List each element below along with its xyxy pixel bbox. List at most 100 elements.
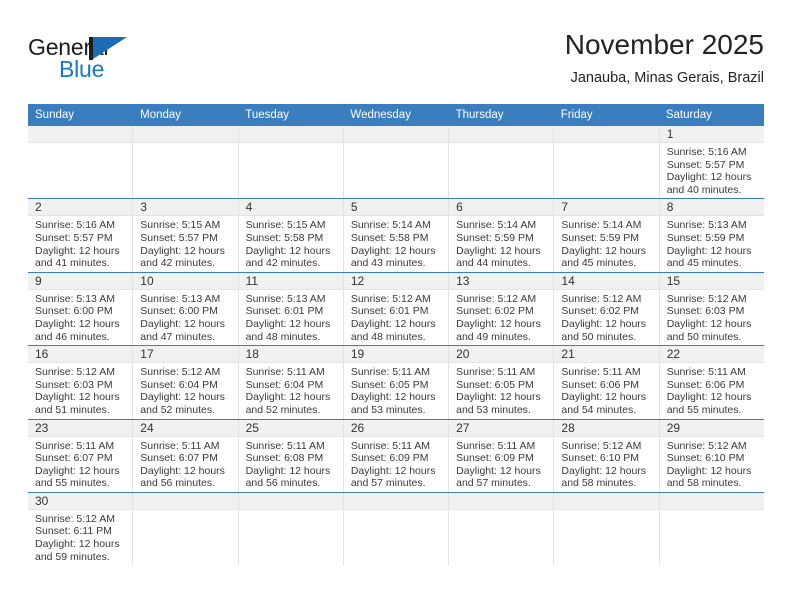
- day-cell[interactable]: 24 Sunrise: 5:11 AM Sunset: 6:07 PM Dayligh…: [133, 419, 239, 492]
- day-number: 13: [449, 272, 554, 290]
- day-cell[interactable]: 15 Sunrise: 5:12 AM Sunset: 6:03 PM Dayligh…: [659, 272, 764, 345]
- sunset-text: Sunset: 6:01 PM: [245, 305, 324, 318]
- day-cell[interactable]: 13 Sunrise: 5:12 AM Sunset: 6:02 PM Dayligh…: [449, 272, 555, 346]
- day-cell[interactable]: 16 Sunrise: 5:12 AM Sunset: 6:03 PM Dayligh…: [28, 346, 134, 419]
- day-cell-empty: [554, 126, 660, 199]
- day-cell[interactable]: 23 Sunrise: 5:11 AM Sunset: 6:07 PM Dayligh…: [28, 419, 134, 492]
- day-cell[interactable]: 8 Sunrise: 5:13 AM Sunset: 5:59 PM Daylight…: [659, 199, 764, 271]
- sunrise-text: Sunrise: 5:11 AM: [245, 366, 325, 379]
- daylight-text: Daylight: 12 hours and 56 minutes.: [245, 464, 331, 490]
- sunset-text: Sunset: 6:07 PM: [35, 452, 113, 465]
- day-cell[interactable]: 1 Sunrise: 5:16 AM Sunset: 5:57 PM Daylight…: [659, 126, 764, 198]
- day-cell[interactable]: 12 Sunrise: 5:12 AM Sunset: 6:01 PM Dayligh…: [343, 272, 450, 346]
- day-number: 2: [28, 199, 133, 217]
- day-sun-info: Sunrise: 5:16 AM Sunset: 5:57 PM Daylight:…: [660, 143, 764, 198]
- day-number: [133, 126, 238, 143]
- sunrise-text: Sunrise: 5:11 AM: [245, 439, 325, 452]
- day-number: 5: [343, 199, 449, 217]
- daylight-text: Daylight: 12 hours and 57 minutes.: [456, 464, 541, 490]
- day-cell[interactable]: 14 Sunrise: 5:12 AM Sunset: 6:02 PM Dayligh…: [554, 272, 660, 346]
- sunrise-text: Sunrise: 5:12 AM: [666, 292, 747, 305]
- sunrise-text: Sunrise: 5:11 AM: [35, 439, 115, 452]
- day-cell[interactable]: 10 Sunrise: 5:13 AM Sunset: 6:00 PM Dayligh…: [133, 272, 239, 346]
- day-cell[interactable]: 19 Sunrise: 5:11 AM Sunset: 6:05 PM Dayligh…: [343, 346, 450, 419]
- calendar-week-row: 1 Sunrise: 5:16 AM Sunset: 5:57 PM Daylight…: [28, 126, 764, 199]
- sunset-text: Sunset: 6:09 PM: [350, 452, 429, 465]
- day-cell[interactable]: 17 Sunrise: 5:12 AM Sunset: 6:04 PM Dayligh…: [133, 346, 239, 419]
- daylight-text: Daylight: 12 hours and 45 minutes.: [561, 244, 647, 270]
- day-number: 27: [449, 419, 554, 437]
- day-sun-info: Sunrise: 5:15 AM Sunset: 5:58 PM Daylight:…: [239, 216, 343, 271]
- weekday-header-thursday: Thursday: [455, 109, 504, 121]
- sunset-text: Sunset: 6:03 PM: [666, 305, 745, 318]
- day-cell[interactable]: 6 Sunrise: 5:14 AM Sunset: 5:59 PM Daylight…: [449, 199, 555, 272]
- day-sun-info: Sunrise: 5:13 AM Sunset: 5:59 PM Daylight:…: [660, 216, 764, 271]
- sunset-text: Sunset: 6:05 PM: [350, 378, 429, 391]
- sunset-text: Sunset: 6:11 PM: [35, 525, 112, 538]
- daylight-text: Daylight: 12 hours and 48 minutes.: [350, 317, 436, 343]
- day-sun-info: Sunrise: 5:11 AM Sunset: 6:04 PM Daylight:…: [239, 363, 343, 418]
- calendar-week-row: 2 Sunrise: 5:16 AM Sunset: 5:57 PM Daylight…: [28, 198, 764, 272]
- day-number: 6: [449, 199, 554, 217]
- day-number: 11: [238, 272, 343, 290]
- sunrise-text: Sunrise: 5:15 AM: [245, 219, 326, 232]
- sunset-text: Sunset: 6:04 PM: [245, 378, 324, 391]
- day-cell-empty: [343, 126, 450, 199]
- sunrise-text: Sunrise: 5:14 AM: [350, 219, 431, 232]
- day-number: 8: [659, 199, 764, 217]
- sunrise-text: Sunrise: 5:11 AM: [350, 439, 431, 452]
- day-cell[interactable]: 4 Sunrise: 5:15 AM Sunset: 5:58 PM Daylight…: [238, 199, 344, 272]
- day-cell[interactable]: 20 Sunrise: 5:11 AM Sunset: 6:05 PM Dayligh…: [449, 346, 555, 419]
- daylight-text: Daylight: 12 hours and 52 minutes.: [245, 391, 331, 416]
- day-cell[interactable]: 3 Sunrise: 5:15 AM Sunset: 5:57 PM Daylight…: [133, 199, 239, 272]
- day-cell[interactable]: 26 Sunrise: 5:11 AM Sunset: 6:09 PM Dayligh…: [343, 419, 450, 492]
- day-number: 24: [133, 419, 238, 437]
- day-cell[interactable]: 7 Sunrise: 5:14 AM Sunset: 5:59 PM Daylight…: [554, 199, 660, 272]
- daylight-text: Daylight: 12 hours and 58 minutes.: [666, 464, 752, 490]
- day-number: 3: [133, 199, 238, 217]
- day-number: 12: [343, 272, 449, 290]
- day-cell[interactable]: 25 Sunrise: 5:11 AM Sunset: 6:08 PM Dayligh…: [238, 419, 344, 492]
- sunrise-text: Sunrise: 5:11 AM: [456, 366, 536, 379]
- day-number: 21: [554, 346, 659, 364]
- day-sun-info: Sunrise: 5:12 AM Sunset: 6:02 PM Daylight:…: [554, 290, 658, 345]
- sunrise-text: Sunrise: 5:11 AM: [140, 439, 220, 452]
- daylight-text: Daylight: 12 hours and 40 minutes.: [666, 171, 752, 196]
- weekday-header-wednesday: Wednesday: [350, 109, 411, 121]
- day-cell[interactable]: 29 Sunrise: 5:12 AM Sunset: 6:10 PM Dayligh…: [659, 419, 764, 492]
- sunset-text: Sunset: 5:58 PM: [350, 231, 429, 244]
- day-sun-info: Sunrise: 5:12 AM Sunset: 6:03 PM Daylight:…: [28, 363, 132, 418]
- day-cell[interactable]: 11 Sunrise: 5:13 AM Sunset: 6:01 PM Dayligh…: [238, 272, 344, 346]
- day-sun-info: Sunrise: 5:12 AM Sunset: 6:01 PM Daylight:…: [344, 290, 448, 345]
- day-cell-empty: [554, 492, 660, 566]
- day-number: 4: [238, 199, 343, 217]
- daylight-text: Daylight: 12 hours and 57 minutes.: [350, 464, 436, 490]
- day-cell[interactable]: 28 Sunrise: 5:12 AM Sunset: 6:10 PM Dayligh…: [554, 419, 660, 492]
- location-subtitle: Janauba, Minas Gerais, Brazil: [570, 70, 764, 86]
- daylight-text: Daylight: 12 hours and 53 minutes.: [350, 391, 436, 416]
- day-cell[interactable]: 22 Sunrise: 5:11 AM Sunset: 6:06 PM Dayligh…: [659, 346, 764, 418]
- day-cell[interactable]: 30 Sunrise: 5:12 AM Sunset: 6:11 PM Dayligh…: [28, 492, 134, 566]
- day-cell[interactable]: 2 Sunrise: 5:16 AM Sunset: 5:57 PM Daylight…: [28, 199, 134, 272]
- daylight-text: Daylight: 12 hours and 55 minutes.: [35, 464, 120, 490]
- sunrise-text: Sunrise: 5:16 AM: [666, 146, 747, 158]
- general-blue-logo[interactable]: General Blue: [28, 34, 158, 90]
- day-number: [28, 126, 133, 143]
- sunrise-text: Sunrise: 5:12 AM: [561, 292, 642, 305]
- weekday-header-friday: Friday: [560, 109, 593, 121]
- day-cell[interactable]: 18 Sunrise: 5:11 AM Sunset: 6:04 PM Dayligh…: [238, 346, 344, 419]
- day-cell[interactable]: 9 Sunrise: 5:13 AM Sunset: 6:00 PM Daylight…: [28, 272, 134, 346]
- day-cell[interactable]: 5 Sunrise: 5:14 AM Sunset: 5:58 PM Daylight…: [343, 199, 450, 272]
- calendar-grid: Sunday Monday Tuesday Wednesday Thursday Frid…: [28, 104, 764, 566]
- day-sun-info: Sunrise: 5:11 AM Sunset: 6:06 PM Daylight:…: [660, 363, 764, 418]
- day-sun-info: Sunrise: 5:15 AM Sunset: 5:57 PM Daylight:…: [133, 216, 237, 271]
- sunset-text: Sunset: 5:59 PM: [561, 231, 640, 244]
- day-cell[interactable]: 27 Sunrise: 5:11 AM Sunset: 6:09 PM Dayligh…: [449, 419, 555, 492]
- day-cell[interactable]: 21 Sunrise: 5:11 AM Sunset: 6:06 PM Dayligh…: [554, 346, 660, 419]
- day-cell-empty: [659, 492, 764, 565]
- sunrise-text: Sunrise: 5:14 AM: [561, 219, 642, 232]
- weekday-header-monday: Monday: [140, 109, 182, 121]
- day-number: 28: [554, 419, 659, 437]
- day-sun-info: Sunrise: 5:12 AM Sunset: 6:04 PM Daylight:…: [133, 363, 237, 418]
- day-sun-info: Sunrise: 5:11 AM Sunset: 6:08 PM Daylight:…: [239, 437, 343, 492]
